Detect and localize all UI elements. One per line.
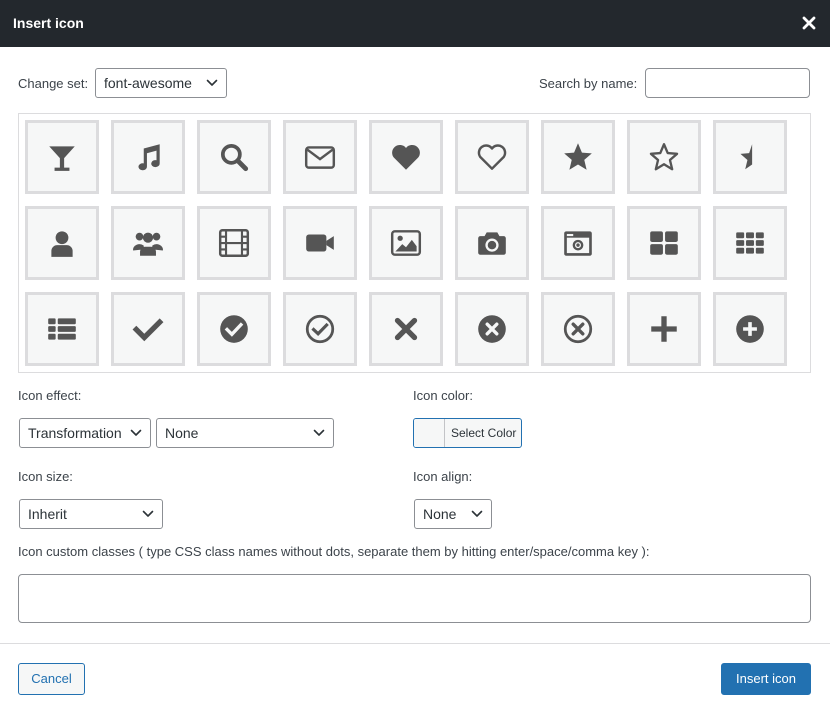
- camera-retro-icon: [564, 231, 592, 256]
- custom-classes-label: Icon custom classes ( type CSS class nam…: [18, 544, 650, 559]
- th-list-icon: [48, 318, 76, 340]
- select-color-button[interactable]: Select Color: [413, 418, 522, 448]
- video-camera-icon: [306, 234, 334, 252]
- heart-icon: [392, 144, 420, 170]
- icon-align-label: Icon align:: [413, 469, 473, 484]
- close-icon[interactable]: [800, 13, 818, 33]
- icon-cell-search[interactable]: [197, 120, 271, 194]
- icon-cell-glass[interactable]: [25, 120, 99, 194]
- chevron-down-icon: [130, 428, 142, 438]
- icon-cell-film[interactable]: [197, 206, 271, 280]
- icon-color-label: Icon color:: [413, 388, 473, 403]
- chevron-down-icon: [142, 509, 154, 519]
- icon-cell-envelope[interactable]: [283, 120, 357, 194]
- icon-cell-star-half[interactable]: [713, 120, 787, 194]
- heart-outline-icon: [477, 144, 507, 170]
- custom-classes-input[interactable]: [18, 574, 811, 623]
- check-icon: [132, 318, 164, 342]
- star-half-icon: [740, 144, 753, 170]
- footer-divider: [0, 643, 830, 644]
- icon-cell-th-list[interactable]: [25, 292, 99, 366]
- insert-icon-button[interactable]: Insert icon: [721, 663, 811, 695]
- icon-align-value: None: [423, 506, 457, 522]
- glass-icon: [49, 146, 75, 171]
- effect-value-select[interactable]: None: [156, 418, 334, 448]
- effect-type-select[interactable]: Transformation: [19, 418, 151, 448]
- icon-cell-check-circle-outline[interactable]: [283, 292, 357, 366]
- icon-cell-check-circle[interactable]: [197, 292, 271, 366]
- times-icon: [394, 317, 418, 341]
- icon-cell-th[interactable]: [713, 206, 787, 280]
- icon-cell-music[interactable]: [111, 120, 185, 194]
- icon-effect-label: Icon effect:: [18, 388, 82, 403]
- icon-cell-camera-retro[interactable]: [541, 206, 615, 280]
- icon-cell-plus[interactable]: [627, 292, 701, 366]
- check-circle-outline-icon: [305, 314, 335, 344]
- icon-cell-heart[interactable]: [369, 120, 443, 194]
- dialog-title: Insert icon: [13, 15, 84, 31]
- icon-set-value: font-awesome: [104, 75, 192, 91]
- envelope-icon: [304, 146, 336, 169]
- icon-size-select[interactable]: Inherit: [19, 499, 163, 529]
- icon-size-label: Icon size:: [18, 469, 73, 484]
- icon-cell-users[interactable]: [111, 206, 185, 280]
- plus-icon: [651, 316, 677, 342]
- camera-icon: [478, 232, 506, 255]
- th-large-icon: [650, 231, 678, 255]
- picture-icon: [390, 230, 422, 256]
- effect-value: None: [165, 425, 199, 441]
- icon-cell-times[interactable]: [369, 292, 443, 366]
- plus-circle-icon: [736, 315, 764, 343]
- chevron-down-icon: [313, 428, 325, 438]
- change-set-label: Change set:: [18, 76, 89, 91]
- user-icon: [51, 231, 73, 257]
- times-circle-icon: [478, 315, 506, 343]
- chevron-down-icon: [206, 78, 218, 88]
- cancel-button[interactable]: Cancel: [18, 663, 85, 695]
- icon-align-select[interactable]: None: [414, 499, 492, 529]
- icon-cell-heart-outline[interactable]: [455, 120, 529, 194]
- search-input[interactable]: [645, 68, 810, 98]
- icon-cell-star-outline[interactable]: [627, 120, 701, 194]
- icon-cell-th-large[interactable]: [627, 206, 701, 280]
- music-icon: [138, 144, 160, 171]
- icon-cell-plus-circle[interactable]: [713, 292, 787, 366]
- effect-type-value: Transformation: [28, 425, 122, 441]
- icon-cell-star[interactable]: [541, 120, 615, 194]
- icon-cell-user[interactable]: [25, 206, 99, 280]
- icon-cell-picture[interactable]: [369, 206, 443, 280]
- dialog-titlebar: Insert icon: [0, 0, 830, 47]
- search-label: Search by name:: [539, 76, 638, 91]
- star-icon: [564, 143, 592, 170]
- users-icon: [133, 232, 163, 256]
- color-swatch: [414, 419, 445, 447]
- icon-cell-times-circle-outline[interactable]: [541, 292, 615, 366]
- chevron-down-icon: [471, 509, 483, 519]
- select-color-label: Select Color: [451, 426, 517, 440]
- icon-cell-check[interactable]: [111, 292, 185, 366]
- icon-size-value: Inherit: [28, 506, 67, 522]
- icon-cell-video-camera[interactable]: [283, 206, 357, 280]
- times-circle-outline-icon: [563, 314, 593, 344]
- check-circle-icon: [220, 315, 248, 343]
- icon-grid: [18, 113, 811, 373]
- search-icon: [220, 143, 249, 172]
- icon-cell-times-circle[interactable]: [455, 292, 529, 366]
- star-outline-icon: [649, 143, 679, 171]
- icon-set-select[interactable]: font-awesome: [95, 68, 227, 98]
- icon-cell-camera[interactable]: [455, 206, 529, 280]
- th-icon: [736, 232, 764, 254]
- film-icon: [218, 229, 250, 257]
